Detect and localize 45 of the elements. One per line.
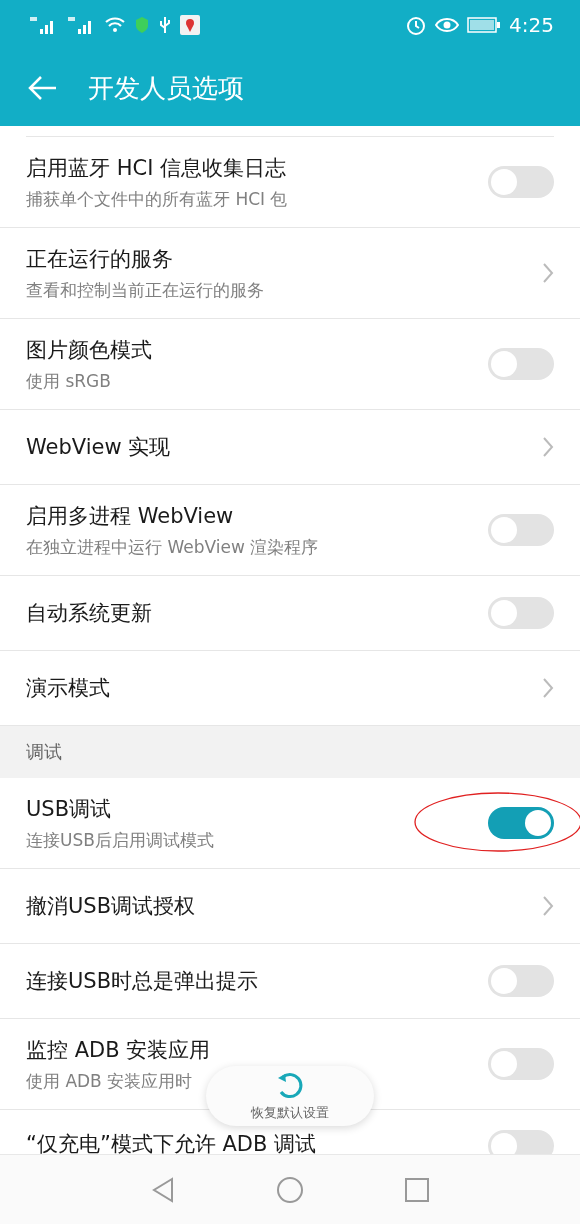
shield-icon	[134, 16, 150, 34]
item-title: “仅充电”模式下允许 ADB 调试	[26, 1131, 317, 1155]
usb-icon	[158, 15, 172, 35]
toggle-switch[interactable]	[488, 1130, 554, 1155]
item-title: USB调试	[26, 795, 112, 823]
battery-icon	[467, 16, 502, 34]
back-icon[interactable]	[150, 1175, 176, 1204]
item-title: 监控 ADB 安装应用	[26, 1036, 211, 1064]
item-title: 启用多进程 WebView	[26, 502, 234, 530]
restore-defaults-button[interactable]: 恢复默认设置	[206, 1066, 374, 1126]
item-subtitle: 在独立进程中运行 WebView 渲染程序	[26, 535, 319, 559]
alarm-icon	[405, 14, 428, 36]
wifi-icon	[104, 16, 126, 34]
item-title: 撤消USB调试授权	[26, 893, 196, 920]
item-title: 图片颜色模式	[26, 336, 152, 364]
item-title: WebView 实现	[26, 434, 171, 461]
map-pin-icon	[180, 15, 200, 35]
recents-icon[interactable]	[404, 1176, 430, 1203]
toggle-switch[interactable]	[488, 1048, 554, 1080]
item-title: 连接USB时总是弹出提示	[26, 968, 259, 995]
chevron-right-icon	[542, 677, 554, 699]
item-title: 启用蓝牙 HCI 信息收集日志	[26, 154, 286, 182]
status-time: 4:25	[509, 13, 554, 37]
chevron-right-icon	[542, 436, 554, 458]
toggle-switch[interactable]	[488, 807, 554, 839]
chevron-right-icon	[542, 262, 554, 284]
item-title: 正在运行的服务	[26, 245, 173, 273]
toggle-switch[interactable]	[488, 348, 554, 380]
item-subtitle: 连接USB后启用调试模式	[26, 828, 214, 852]
toggle-switch[interactable]	[488, 514, 554, 546]
toggle-switch[interactable]	[488, 166, 554, 198]
eye-icon	[435, 16, 460, 34]
toggle-switch[interactable]	[488, 965, 554, 997]
section-header: 调试	[26, 740, 62, 764]
home-icon[interactable]	[276, 1175, 304, 1204]
item-subtitle: 查看和控制当前正在运行的服务	[26, 278, 264, 302]
toggle-switch[interactable]	[488, 597, 554, 629]
item-title: 自动系统更新	[26, 600, 152, 627]
item-title: 演示模式	[26, 675, 110, 702]
item-subtitle: 捕获单个文件中的所有蓝牙 HCI 包	[26, 187, 288, 211]
item-subtitle: 使用 sRGB	[26, 369, 111, 393]
back-arrow-icon[interactable]	[28, 75, 58, 101]
page-title: 开发人员选项	[88, 71, 244, 105]
chevron-right-icon	[542, 895, 554, 917]
item-subtitle: 使用 ADB 安装应用时	[26, 1069, 193, 1093]
